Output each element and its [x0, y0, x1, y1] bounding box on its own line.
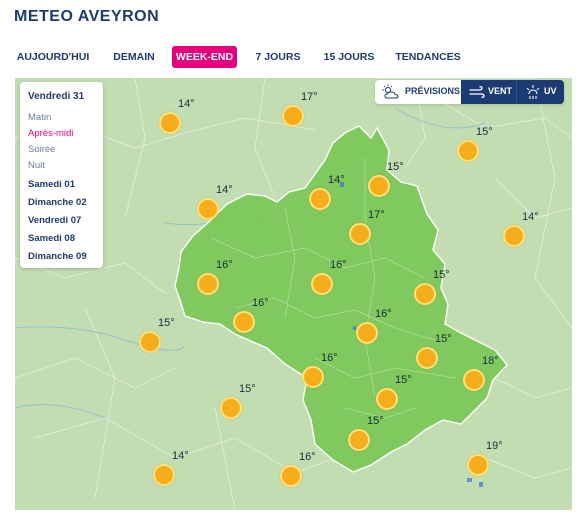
day-samedi-01[interactable]: Samedi 01 [28, 179, 75, 190]
sun-icon [349, 223, 371, 245]
temperature-label: 14° [522, 211, 539, 223]
tab-15-jours[interactable]: 15 JOURS [320, 46, 378, 68]
sun-icon [311, 273, 333, 295]
mode-previsions-button[interactable]: PRÉVISIONS [375, 80, 461, 104]
temperature-label: 15° [387, 161, 404, 173]
wind-icon [469, 86, 485, 98]
tab-week-end[interactable]: WEEK-END [172, 46, 237, 68]
weather-marker[interactable]: 14° [153, 450, 204, 491]
temperature-label: 14° [178, 98, 195, 110]
sun-icon [457, 140, 479, 162]
sun-icon [153, 464, 175, 486]
weather-marker[interactable]: 15° [139, 317, 190, 358]
period-matin[interactable]: Matin [28, 112, 51, 123]
weather-marker[interactable]: 16° [197, 259, 248, 300]
uv-sun-icon [526, 85, 540, 99]
weather-marker[interactable]: 14° [197, 184, 248, 225]
temperature-label: 15° [239, 383, 256, 395]
temperature-label: 16° [252, 297, 269, 309]
temperature-label: 15° [158, 317, 175, 329]
temperature-label: 15° [435, 333, 452, 345]
temperature-label: 14° [216, 184, 233, 196]
sun-icon [463, 369, 485, 391]
temperature-label: 15° [395, 374, 412, 386]
temperature-label: 15° [433, 269, 450, 281]
tab-demain[interactable]: DEMAIN [108, 46, 160, 68]
sun-icon [302, 366, 324, 388]
sun-icon [309, 188, 331, 210]
tab-tendances[interactable]: TENDANCES [392, 46, 464, 68]
weather-marker[interactable]: 16° [233, 297, 284, 338]
weather-marker[interactable]: 15° [376, 374, 427, 415]
weather-marker[interactable]: 15° [220, 383, 271, 424]
sun-icon [220, 397, 242, 419]
weather-marker[interactable]: 19° [467, 440, 518, 481]
temperature-label: 15° [367, 415, 384, 427]
weather-marker[interactable]: 16° [356, 308, 407, 349]
sun-icon [280, 465, 302, 487]
mode-uv-label: UV [544, 86, 557, 96]
weather-marker[interactable]: 15° [416, 333, 467, 374]
sun-icon [348, 429, 370, 451]
temperature-label: 16° [375, 308, 392, 320]
weather-marker[interactable]: 14° [309, 174, 360, 215]
sun-icon [197, 198, 219, 220]
sun-icon [503, 225, 525, 247]
cloud-sun-icon [382, 84, 399, 99]
tab-aujourdhui[interactable]: AUJOURD'HUI [14, 46, 92, 68]
day-dimanche-02[interactable]: Dimanche 02 [28, 197, 87, 208]
period-nuit[interactable]: Nuit [28, 160, 45, 171]
mode-uv-button[interactable]: UV [516, 80, 564, 104]
sun-icon [197, 273, 219, 295]
temperature-label: 17° [368, 209, 385, 221]
weather-marker[interactable]: 16° [311, 259, 362, 300]
sun-icon [356, 322, 378, 344]
temperature-label: 16° [299, 451, 316, 463]
period-apres-midi[interactable]: Après-midi [28, 128, 73, 139]
period-soiree[interactable]: Soirée [28, 144, 55, 155]
temperature-label: 14° [328, 174, 345, 186]
temperature-label: 16° [321, 352, 338, 364]
weather-marker[interactable]: 15° [414, 269, 465, 310]
day-vendredi-07[interactable]: Vendredi 07 [28, 215, 81, 226]
weather-marker[interactable]: 16° [302, 352, 353, 393]
tab-7-jours[interactable]: 7 JOURS [252, 46, 304, 68]
weather-marker[interactable]: 14° [503, 211, 554, 252]
mode-vent-label: VENT [488, 86, 513, 96]
sun-icon [467, 454, 489, 476]
weather-marker[interactable]: 15° [457, 126, 508, 167]
sun-icon [414, 283, 436, 305]
weather-marker[interactable]: 16° [280, 451, 331, 492]
weather-marker[interactable]: 15° [368, 161, 419, 202]
weather-marker[interactable]: 14° [159, 98, 210, 139]
day-dimanche-09[interactable]: Dimanche 09 [28, 251, 87, 262]
temperature-label: 14° [172, 450, 189, 462]
sun-icon [416, 347, 438, 369]
sun-icon [368, 175, 390, 197]
weather-marker[interactable]: 17° [282, 91, 333, 132]
period-panel: Vendredi 31 Matin Après-midi Soirée Nuit… [20, 82, 103, 268]
weather-marker[interactable]: 18° [463, 355, 514, 396]
temperature-label: 16° [330, 259, 347, 271]
sun-icon [159, 112, 181, 134]
temperature-label: 19° [486, 440, 503, 452]
temperature-label: 17° [301, 91, 318, 103]
page-title: METEO AVEYRON [14, 8, 160, 25]
weather-marker[interactable]: 17° [349, 209, 400, 250]
sun-icon [282, 105, 304, 127]
sun-icon [233, 311, 255, 333]
temperature-label: 16° [216, 259, 233, 271]
map-mode-switch: PRÉVISIONS VENT UV [375, 80, 564, 104]
day-samedi-08[interactable]: Samedi 08 [28, 233, 75, 244]
mode-vent-button[interactable]: VENT [461, 80, 516, 104]
sun-icon [139, 331, 161, 353]
temperature-label: 15° [476, 126, 493, 138]
temperature-label: 18° [482, 355, 499, 367]
mode-previsions-label: PRÉVISIONS [405, 86, 461, 96]
weather-marker[interactable]: 15° [348, 415, 399, 456]
selected-day: Vendredi 31 [28, 91, 85, 102]
sun-icon [376, 388, 398, 410]
